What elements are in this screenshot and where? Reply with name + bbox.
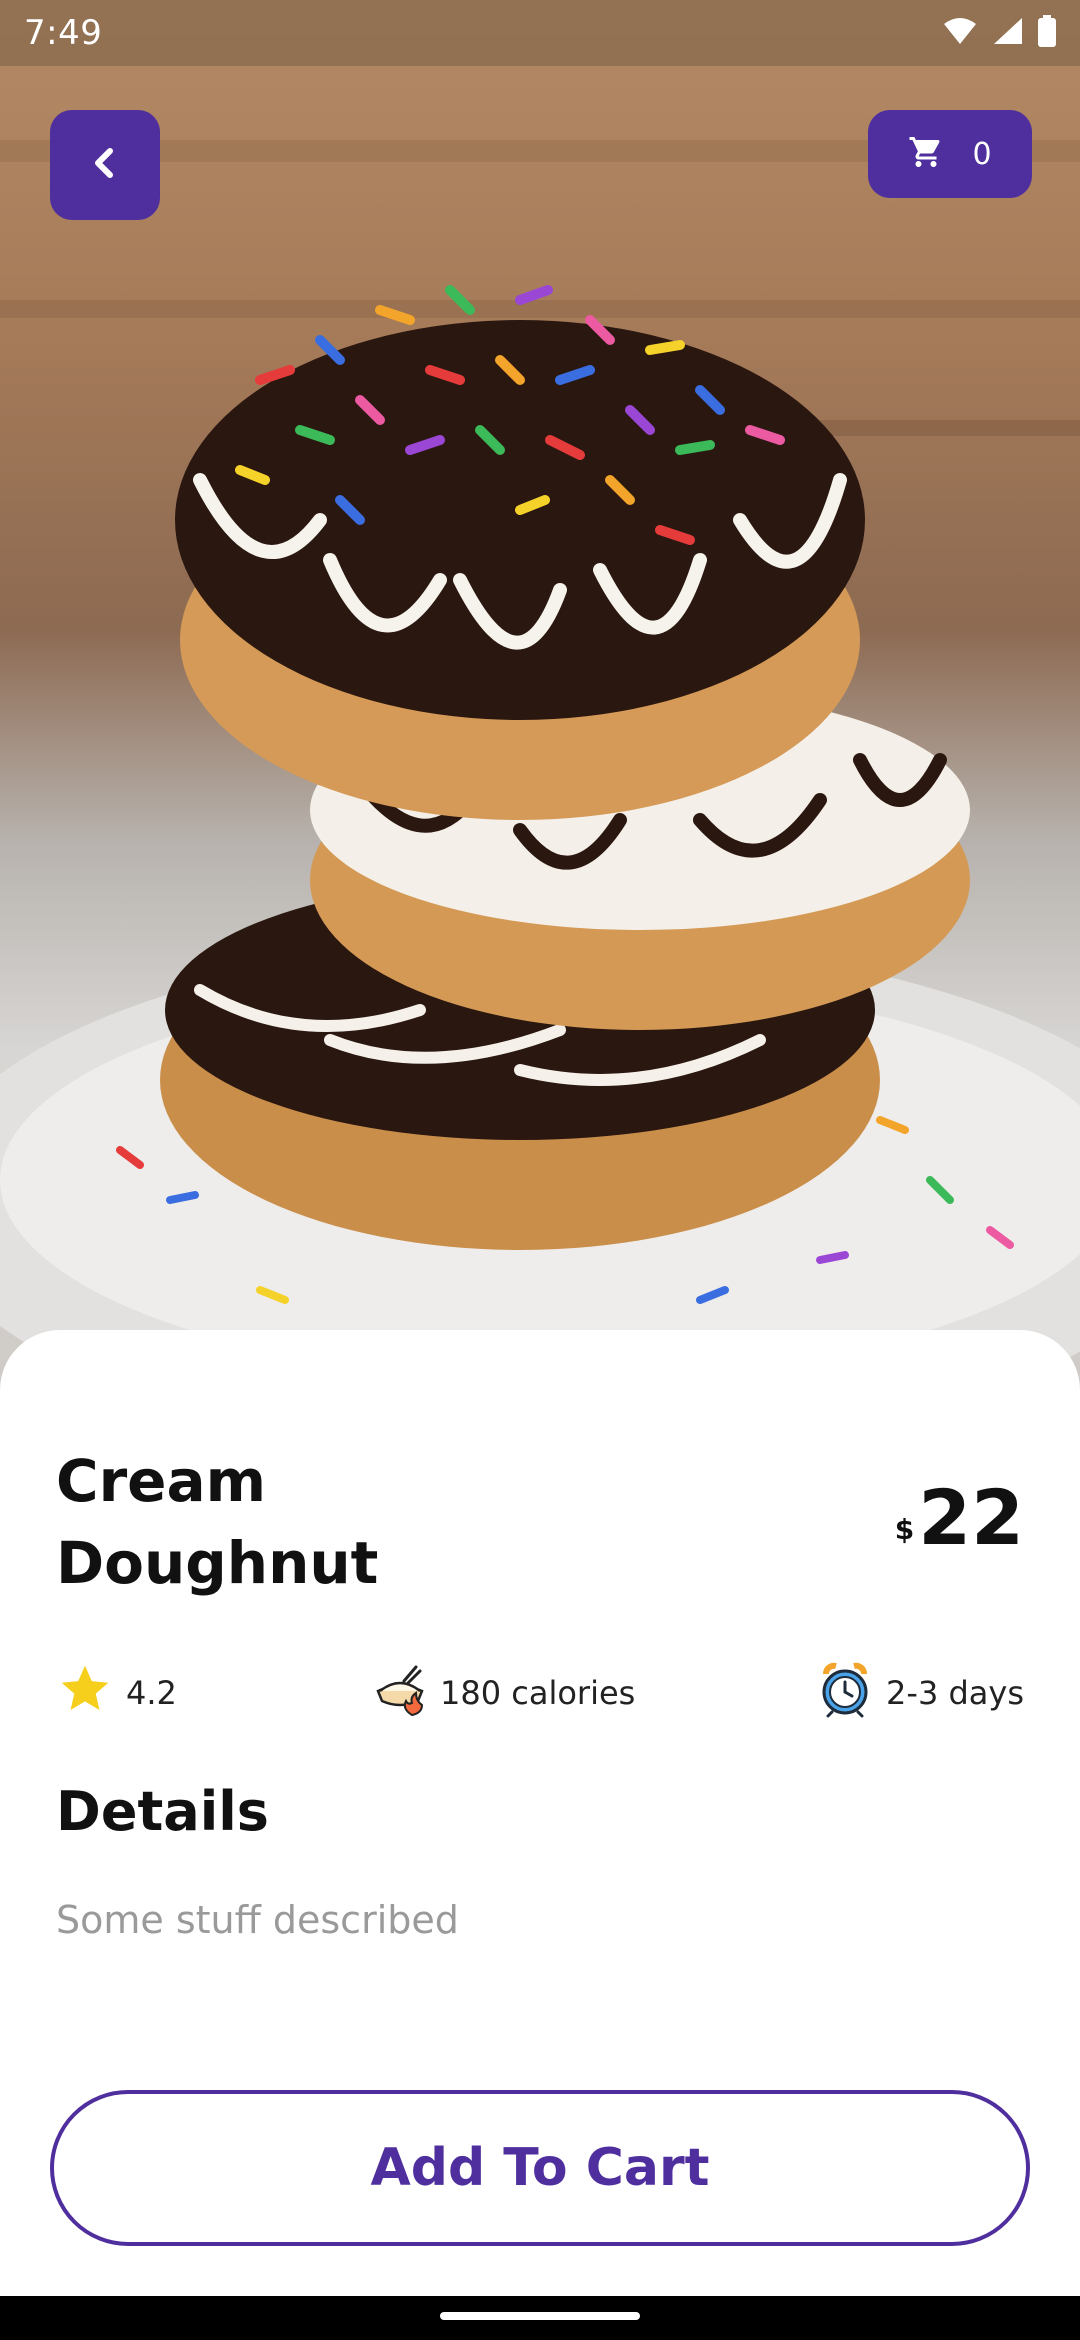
details-description: Some stuff described [56,1898,459,1942]
star-icon [56,1661,114,1725]
status-bar: 7:49 [0,0,1080,66]
back-chevron-icon [87,145,123,185]
delivery-time: 2-3 days [816,1658,1024,1728]
back-button[interactable] [50,110,160,220]
rating-value: 4.2 [126,1674,177,1712]
battery-icon [1038,15,1056,51]
home-indicator[interactable] [440,2312,640,2320]
product-stats-row: 4.2 180 calories 2-3 days [56,1658,1024,1728]
rating: 4.2 [56,1658,177,1728]
price-currency: $ [894,1513,915,1546]
product-price: $ 22 [895,1480,1024,1556]
delivery-value: 2-3 days [886,1674,1024,1712]
cart-icon [908,134,944,174]
calories: 180 calories [372,1658,635,1728]
details-heading: Details [56,1780,269,1843]
cart-count: 0 [972,136,992,172]
wifi-icon [942,16,978,50]
signal-icon [992,16,1024,50]
cart-button[interactable]: 0 [868,110,1032,198]
calories-value: 180 calories [440,1674,636,1712]
status-time: 7:49 [24,13,103,53]
product-detail-screen: 7:49 0 Cream Doughnut $ 22 4.2 180 calor… [0,0,1080,2340]
calories-icon [372,1661,428,1725]
navigation-bar [0,2296,1080,2340]
price-value: 22 [918,1473,1024,1562]
product-photo [0,0,1080,1400]
product-info-sheet: Cream Doughnut $ 22 4.2 180 calories 2-3… [0,1330,1080,2296]
status-icons [942,15,1056,51]
product-name: Cream Doughnut [56,1447,379,1597]
alarm-clock-icon [816,1660,874,1726]
add-to-cart-button[interactable]: Add To Cart [50,2090,1030,2246]
